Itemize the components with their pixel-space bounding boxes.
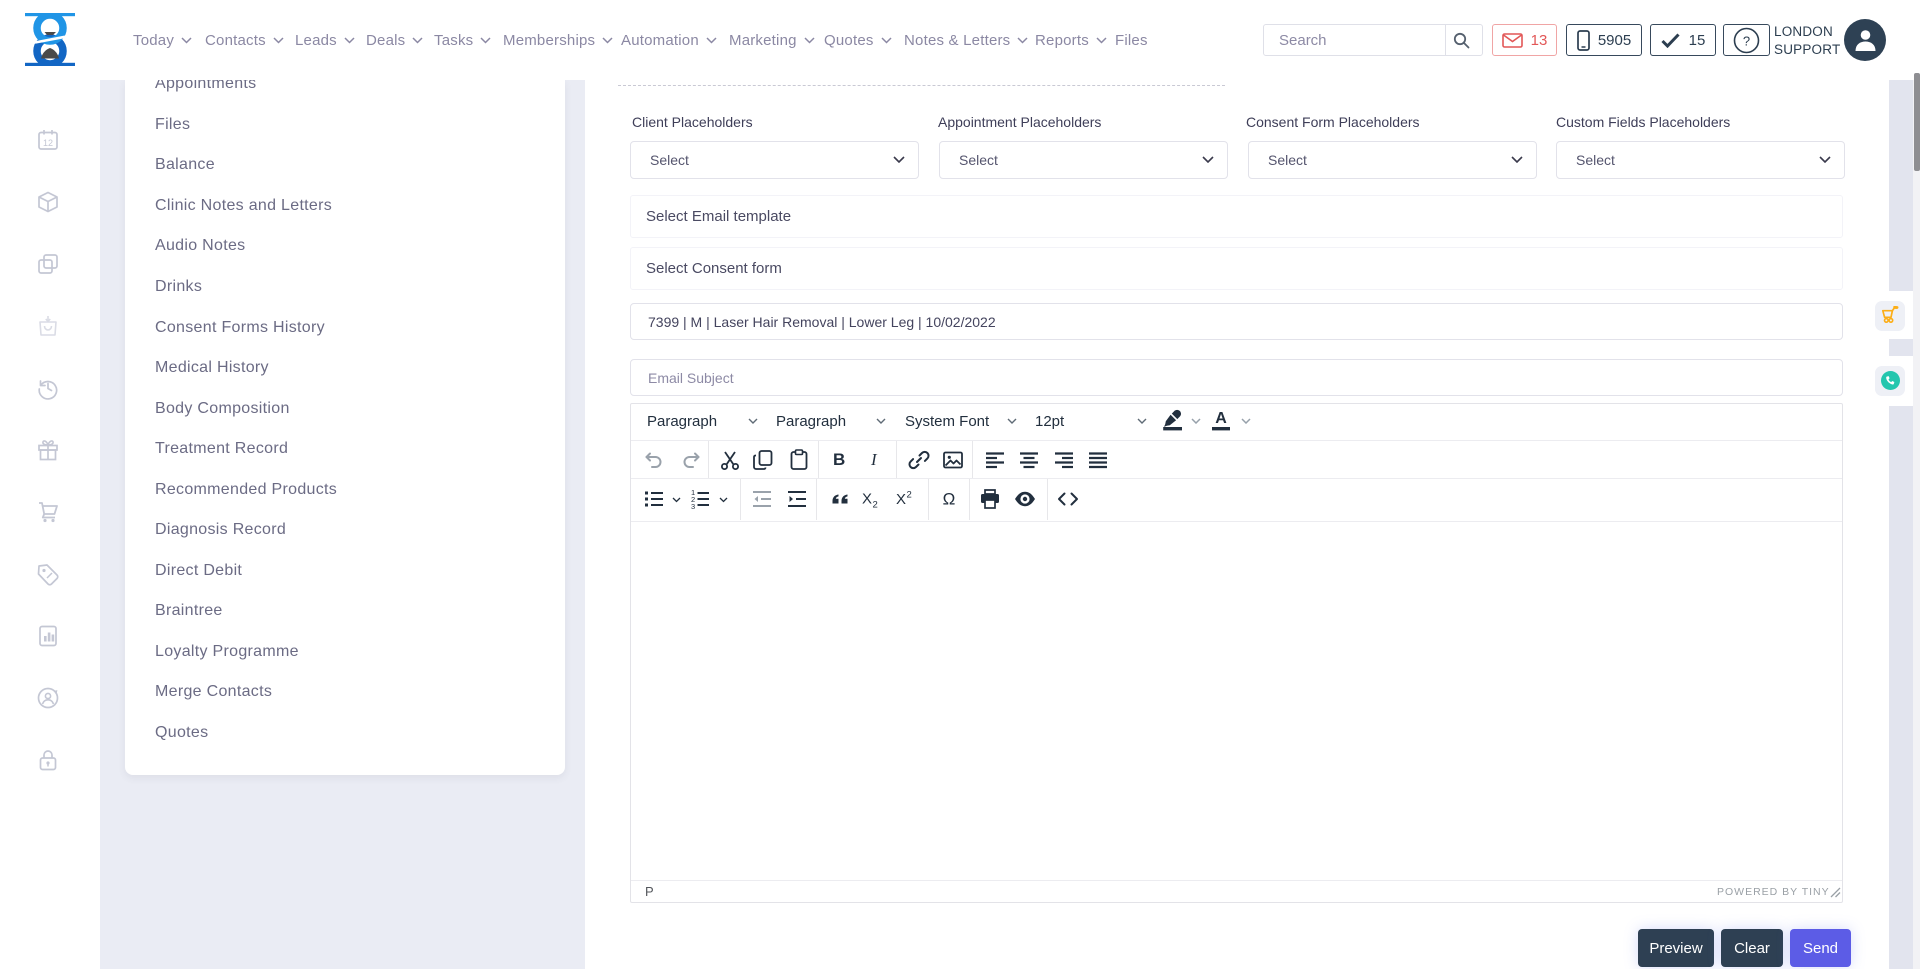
svg-text:3: 3	[691, 502, 695, 511]
svg-text:12: 12	[43, 138, 53, 148]
svg-text:2: 2	[907, 490, 912, 501]
svg-text:X: X	[896, 491, 906, 508]
svg-text:?: ?	[1743, 33, 1750, 48]
svg-text:X: X	[862, 491, 872, 508]
svg-text:2: 2	[873, 500, 878, 511]
svg-text:Ω: Ω	[943, 490, 956, 509]
svg-text:A: A	[1215, 410, 1227, 427]
